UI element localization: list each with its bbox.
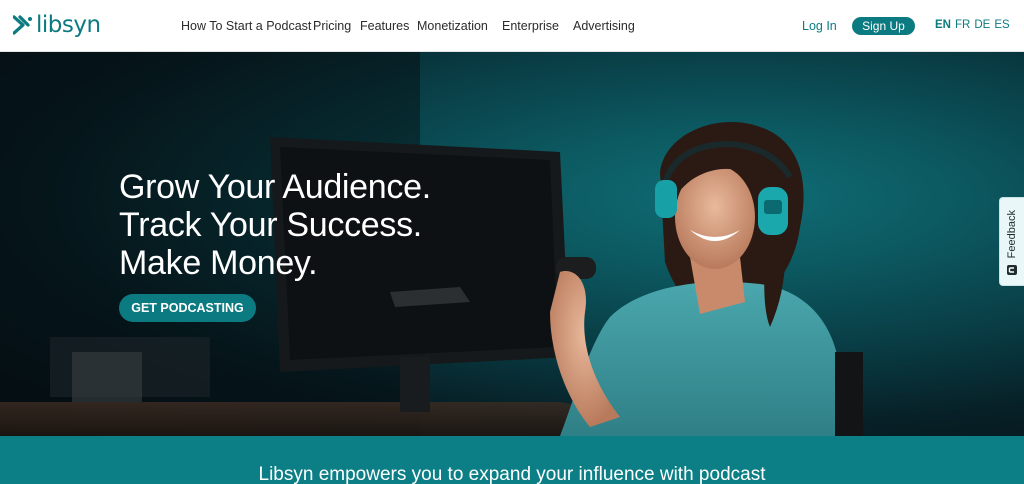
language-de[interactable]: DE [974,19,990,31]
nav-pricing[interactable]: Pricing [313,19,351,33]
language-es[interactable]: ES [994,19,1009,31]
login-link[interactable]: Log In [802,19,837,33]
language-en[interactable]: EN [935,19,951,31]
nav-advertising[interactable]: Advertising [573,19,635,33]
hero-headline: Grow Your Audience. Track Your Success. … [119,168,431,282]
headline-line-1: Grow Your Audience. [119,168,431,206]
headline-line-3: Make Money. [119,244,318,282]
intro-band: Libsyn empowers you to expand your influ… [0,436,1024,484]
site-header: libsyn How To Start a Podcast Pricing Fe… [0,0,1024,52]
language-switcher: EN FR DE ES [935,19,1010,31]
feedback-icon [1007,265,1017,275]
signup-button[interactable]: Sign Up [852,17,915,35]
hero-section: Grow Your Audience. Track Your Success. … [0,52,1024,436]
nav-monetization[interactable]: Monetization [417,19,488,33]
nav-enterprise[interactable]: Enterprise [502,19,559,33]
brand-name: libsyn [36,12,101,38]
feedback-tab[interactable]: Feedback [999,197,1024,286]
intro-text: Libsyn empowers you to expand your influ… [258,464,766,484]
feedback-label: Feedback [1006,210,1018,259]
nav-features[interactable]: Features [360,19,409,33]
language-fr[interactable]: FR [955,19,970,31]
libsyn-logo[interactable]: libsyn [13,11,101,39]
headline-line-2: Track Your Success. [119,206,422,244]
libsyn-logo-mark-icon [13,15,32,35]
get-podcasting-button[interactable]: GET PODCASTING [119,294,256,322]
nav-how-to-start-a-podcast[interactable]: How To Start a Podcast [181,19,311,33]
